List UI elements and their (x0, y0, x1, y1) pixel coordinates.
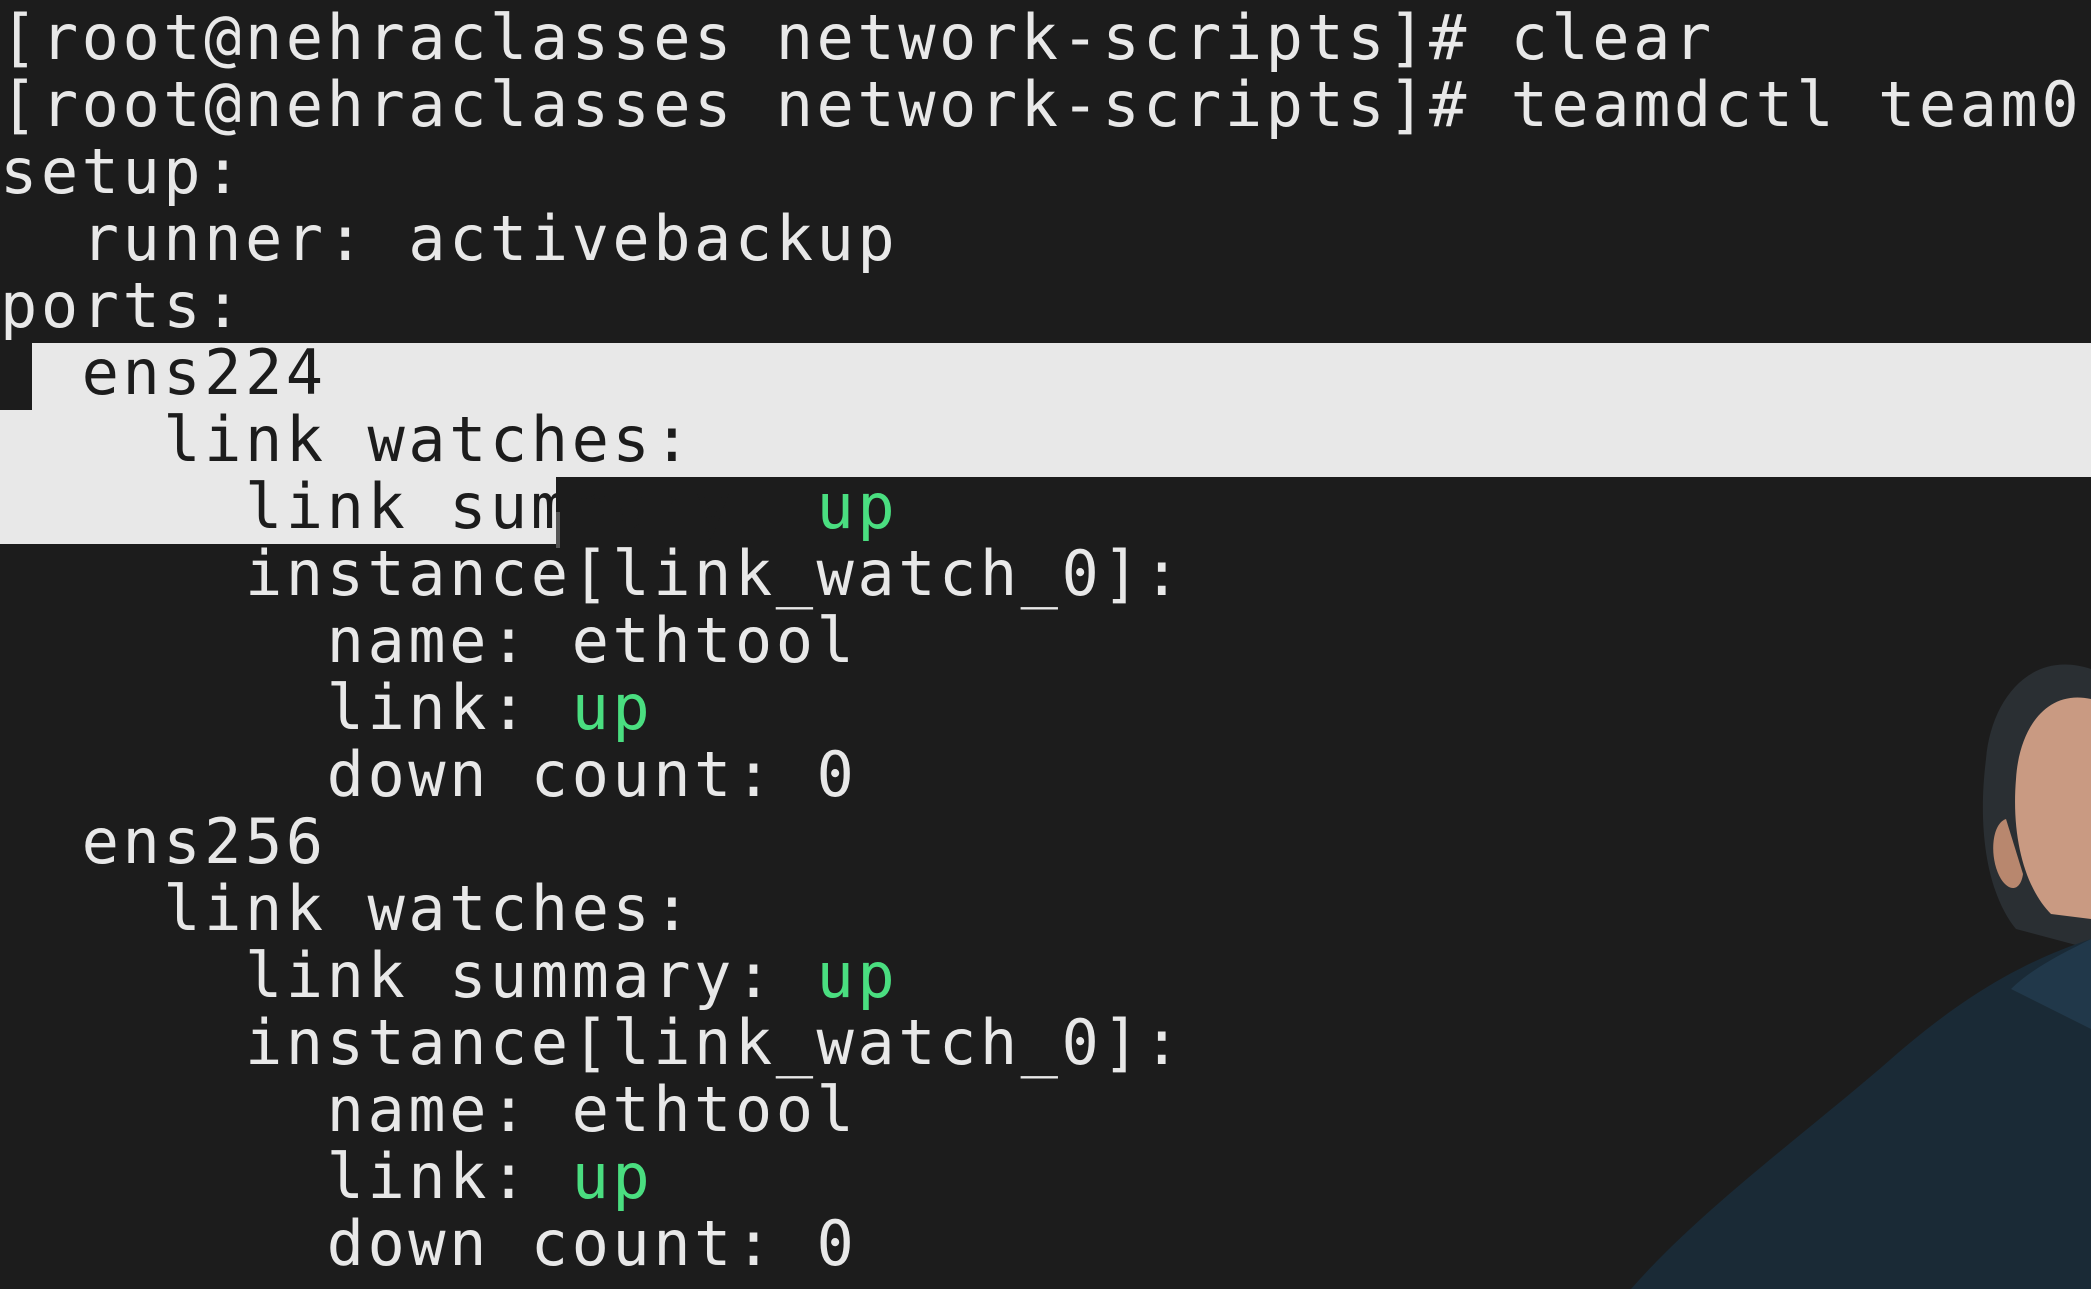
link-status: up (571, 671, 654, 744)
port-name: ens256 (0, 805, 327, 878)
link-watches-label: link watches: (0, 872, 695, 945)
command-text: teamdctl team0 state (1510, 68, 2083, 141)
command-text: clear (1510, 1, 1715, 74)
down-count-line: down count: 0 (0, 1207, 858, 1280)
terminal-screen: [root@nehraclasses network-scripts]# cle… (0, 0, 2091, 1289)
down-count-line: down count: 0 (0, 738, 858, 811)
link-summary-status: up (816, 939, 899, 1012)
link-summary-line: link summary: up (0, 942, 898, 1010)
prompt-line: [root@nehraclasses network-scripts]# cle… (0, 4, 1715, 72)
watch-name-line: name: ethtool (0, 1073, 858, 1146)
link-summary-status: up (816, 470, 899, 543)
link-summary-key: link summary: (0, 470, 817, 543)
link-summary-line: link summary: up (0, 473, 898, 541)
setup-label: setup: (0, 135, 245, 208)
shell-prompt: [root@nehraclasses network-scripts]# (0, 1, 1511, 74)
mouse-ibeam-cursor (556, 512, 560, 548)
prompt-line: [root@nehraclasses network-scripts]# tea… (0, 71, 2091, 139)
link-status: up (571, 1140, 654, 1213)
link-status-line: link: up (0, 674, 653, 742)
link-status-line: link: up (0, 1143, 653, 1211)
instance-line: instance[link_watch_0]: (0, 1006, 1184, 1079)
link-summary-key: link summary: (0, 939, 817, 1012)
link-key: link: (0, 1140, 572, 1213)
shell-prompt: [root@nehraclasses network-scripts]# (0, 68, 1511, 141)
link-key: link: (0, 671, 572, 744)
instance-line: instance[link_watch_0]: (0, 537, 1184, 610)
terminal-output[interactable]: [root@nehraclasses network-scripts]# cle… (0, 0, 2091, 1289)
runner-line: runner: activebackup (0, 202, 899, 275)
port-name: ens224 (0, 336, 327, 409)
watch-name-line: name: ethtool (0, 604, 858, 677)
ports-label: ports: (0, 269, 245, 342)
link-watches-label: link watches: (0, 403, 695, 476)
